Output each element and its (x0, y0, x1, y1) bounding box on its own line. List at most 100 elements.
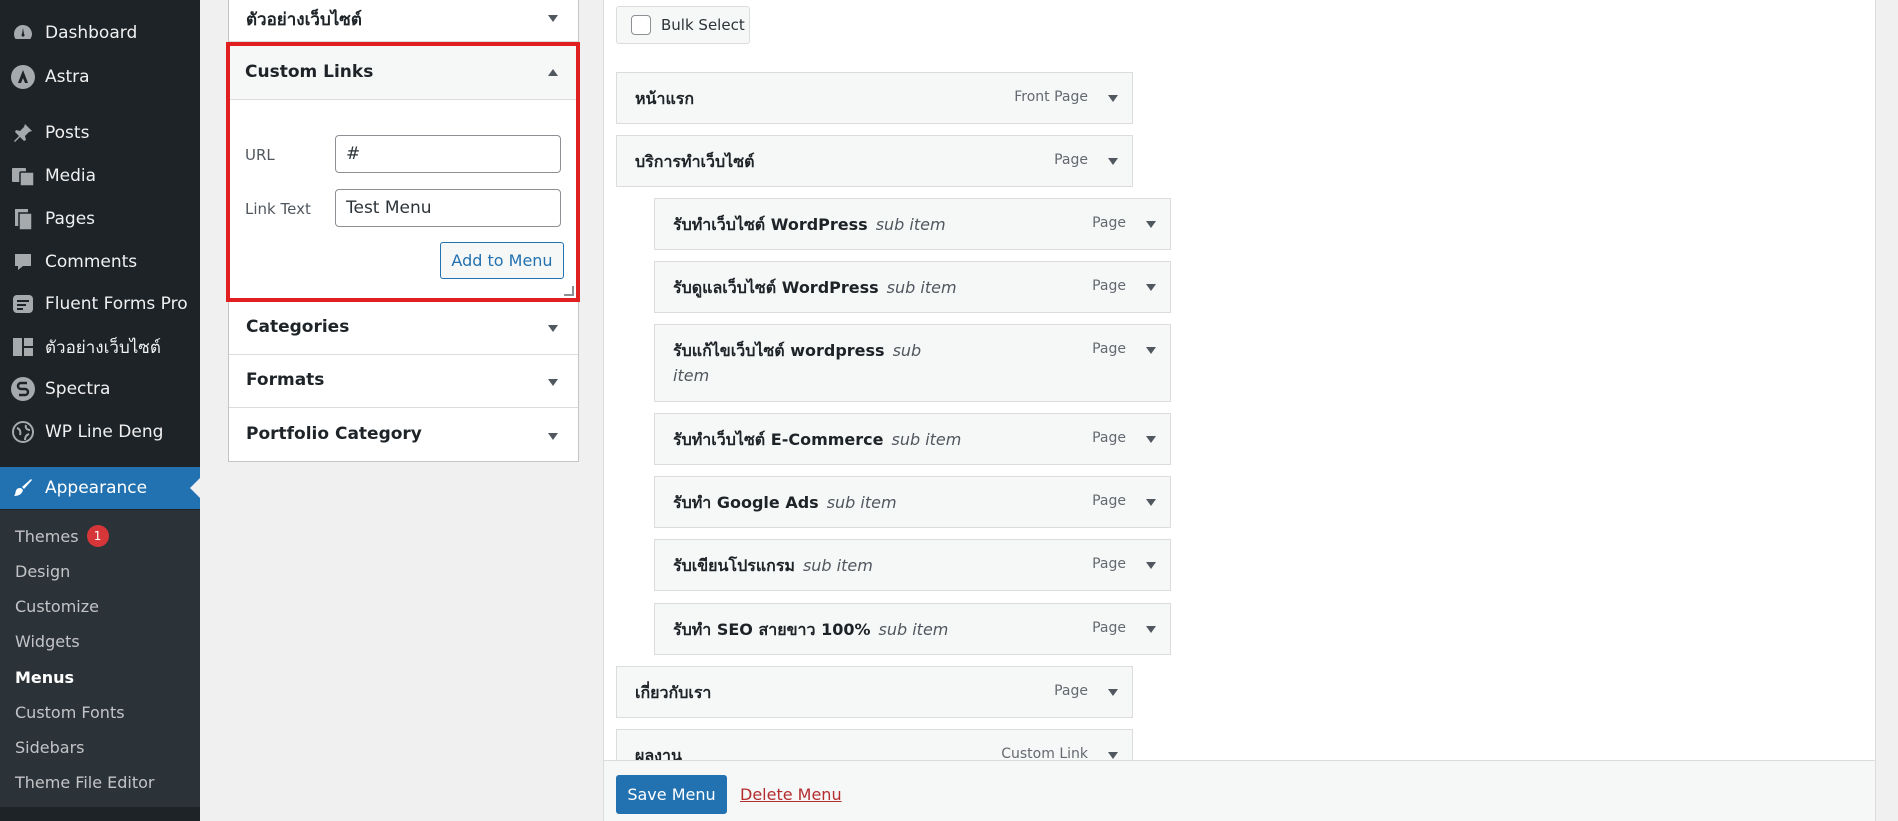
menu-item-title: บริการทำเว็บไซต์ (635, 152, 755, 171)
custom-links-header[interactable]: Custom Links (230, 46, 576, 100)
menu-item-title: รับเขียนโปรแกรม sub item (673, 556, 873, 575)
menu-item-title: เกี่ยวกับเรา (635, 683, 712, 702)
link-text-input[interactable] (335, 189, 561, 227)
chevron-down-icon[interactable] (1146, 499, 1156, 506)
update-count-badge: 1 (86, 525, 109, 547)
dashboard-icon (8, 18, 38, 48)
sidebar-item-comments[interactable]: Comments (0, 241, 200, 283)
submenu-item-design[interactable]: Design (15, 559, 70, 583)
chevron-up-icon (548, 69, 558, 76)
menu-item-wordpress-fix[interactable]: รับแก้ไขเว็บไซต์ wordpress sub item Page (654, 324, 1171, 402)
menu-item-type: Page (1092, 493, 1126, 509)
accordion-title: Custom Links (245, 62, 374, 82)
menu-item-type: Front Page (1014, 89, 1088, 105)
chevron-down-icon[interactable] (1108, 752, 1118, 759)
bulk-select-toggle[interactable]: Bulk Select (616, 6, 750, 44)
comment-icon (8, 247, 38, 277)
sidebar-item-astra[interactable]: Astra (0, 56, 200, 98)
sidebar-item-sample-sites[interactable]: ตัวอย่างเว็บไซต์ (0, 326, 200, 368)
link-text-label: Link Text (245, 200, 311, 218)
submenu-item-widgets[interactable]: Widgets (15, 629, 80, 653)
sidebar-item-media[interactable]: Media (0, 155, 200, 197)
menu-item-wordpress-sites[interactable]: รับทำเว็บไซต์ WordPress sub item Page (654, 198, 1171, 250)
sidebar-item-wp-line-deng[interactable]: WP Line Deng (0, 411, 200, 453)
accordion-title: Categories (246, 317, 350, 337)
submenu-item-menus[interactable]: Menus (15, 665, 74, 689)
accordion-section-portfolio-category[interactable]: Portfolio Category (229, 408, 578, 462)
spectra-icon (8, 374, 38, 404)
sidebar-item-label: Media (45, 166, 97, 186)
sidebar-item-appearance[interactable]: Appearance (0, 467, 200, 509)
menu-item-type: Page (1054, 683, 1088, 699)
submenu-item-label: Menus (15, 667, 75, 687)
menu-item-home[interactable]: หน้าแรก Front Page (616, 72, 1133, 124)
menu-item-type: Page (1054, 152, 1088, 168)
sidebar-item-fluent-forms[interactable]: Fluent Forms Pro (0, 283, 200, 325)
sidebar-item-label: Comments (45, 252, 138, 272)
chevron-down-icon[interactable] (1146, 221, 1156, 228)
menu-item-web-services[interactable]: บริการทำเว็บไซต์ Page (616, 135, 1133, 187)
bulk-select-checkbox[interactable] (631, 15, 651, 35)
sidebar-item-label: Appearance (45, 478, 148, 498)
sidebar-item-label: Posts (45, 123, 90, 143)
media-icon (8, 161, 38, 191)
menu-item-type: Page (1092, 620, 1126, 636)
chevron-down-icon[interactable] (1146, 626, 1156, 633)
chevron-down-icon[interactable] (1146, 562, 1156, 569)
menu-item-type: Page (1092, 430, 1126, 446)
submenu-item-custom-fonts[interactable]: Custom Fonts (15, 700, 125, 724)
chevron-down-icon[interactable] (1146, 347, 1156, 354)
pin-icon (8, 118, 38, 148)
menu-item-title: รับทำ Google Ads sub item (673, 493, 897, 512)
resize-handle[interactable] (564, 286, 574, 296)
menu-item-seo[interactable]: รับทำ SEO สายขาว 100% sub item Page (654, 603, 1171, 655)
custom-links-section: Custom Links URL Link Text Add to Menu (226, 42, 580, 302)
sidebar-item-posts[interactable]: Posts (0, 112, 200, 154)
sidebar-item-label: Fluent Forms Pro (45, 294, 188, 314)
layout-icon (8, 332, 38, 362)
current-indicator (190, 478, 200, 498)
menu-item-type: Page (1092, 556, 1126, 572)
chevron-down-icon[interactable] (1108, 689, 1118, 696)
accordion-section-sample-sites[interactable]: ตัวอย่างเว็บไซต์ (229, 0, 578, 42)
accordion-title: Portfolio Category (246, 424, 422, 444)
menu-item-title: รับแก้ไขเว็บไซต์ wordpress sub item (673, 341, 922, 385)
chevron-down-icon[interactable] (1146, 284, 1156, 291)
menu-item-type: Page (1092, 341, 1126, 357)
forms-icon (8, 289, 38, 319)
menu-item-google-ads[interactable]: รับทำ Google Ads sub item Page (654, 476, 1171, 528)
chevron-down-icon[interactable] (1146, 436, 1156, 443)
submenu-item-theme-file-editor[interactable]: Theme File Editor (15, 770, 154, 794)
accordion-section-categories[interactable]: Categories (229, 302, 578, 355)
menu-item-wordpress-care[interactable]: รับดูแลเว็บไซต์ WordPress sub item Page (654, 261, 1171, 313)
submenu-item-label: Theme File Editor (15, 772, 155, 792)
menu-item-title: รับทำเว็บไซต์ WordPress sub item (673, 215, 946, 234)
sub-item-label: sub item (878, 620, 949, 639)
menu-item-programming[interactable]: รับเขียนโปรแกรม sub item Page (654, 539, 1171, 591)
chevron-down-icon (548, 325, 558, 332)
submenu-item-label: Design (15, 561, 71, 581)
sidebar-item-label: Pages (45, 209, 96, 229)
submenu-item-sidebars[interactable]: Sidebars (15, 735, 84, 759)
sidebar-item-pages[interactable]: Pages (0, 198, 200, 240)
sidebar-item-label: Dashboard (45, 23, 138, 43)
menu-item-about[interactable]: เกี่ยวกับเรา Page (616, 666, 1133, 718)
submenu-item-themes[interactable]: Themes 1 (15, 524, 109, 548)
delete-menu-link[interactable]: Delete Menu (740, 785, 842, 804)
submenu-item-customize[interactable]: Customize (15, 594, 99, 618)
brush-icon (8, 473, 38, 503)
sidebar-item-label: Astra (45, 67, 90, 87)
save-menu-button[interactable]: Save Menu (616, 775, 727, 814)
sidebar-item-dashboard[interactable]: Dashboard (0, 12, 200, 54)
accordion-title: Formats (246, 370, 325, 390)
add-to-menu-button[interactable]: Add to Menu (440, 242, 564, 279)
chevron-down-icon[interactable] (1108, 95, 1118, 102)
sub-item-label: sub item (891, 430, 962, 449)
chevron-down-icon[interactable] (1108, 158, 1118, 165)
sidebar-item-spectra[interactable]: Spectra (0, 368, 200, 410)
chevron-down-icon (548, 15, 558, 22)
accordion-section-formats[interactable]: Formats (229, 355, 578, 408)
menu-item-type: Page (1092, 215, 1126, 231)
menu-item-ecommerce[interactable]: รับทำเว็บไซต์ E-Commerce sub item Page (654, 413, 1171, 465)
url-input[interactable] (335, 135, 561, 173)
